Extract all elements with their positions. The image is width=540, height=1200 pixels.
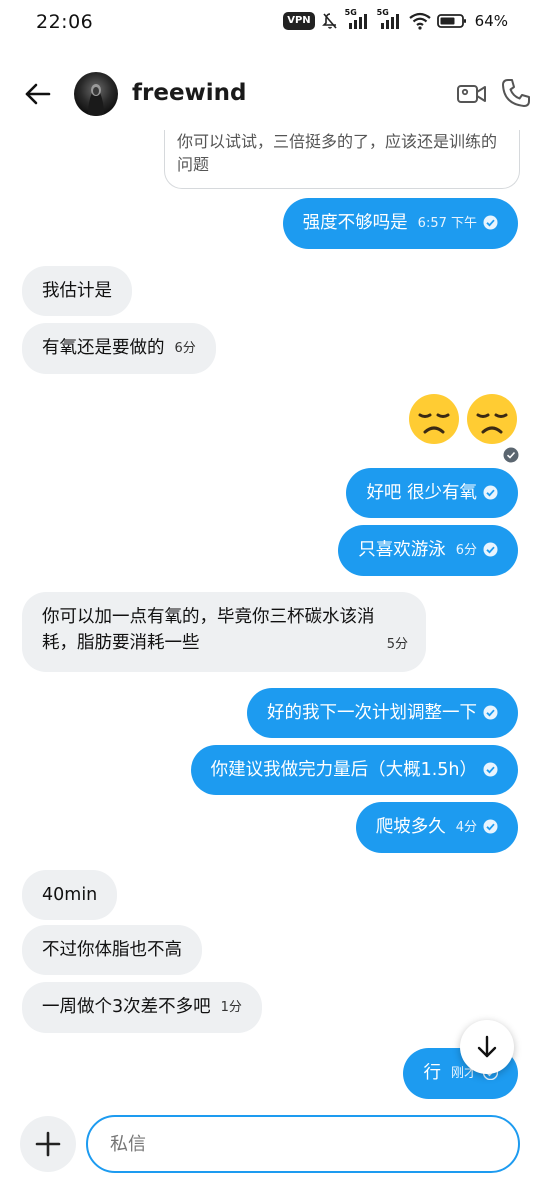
avatar[interactable] (74, 72, 118, 116)
chat-header: freewind (0, 60, 540, 130)
sent-check-icon (483, 215, 498, 230)
avatar-figure-icon (88, 84, 104, 116)
message-input[interactable] (86, 1115, 520, 1173)
vpn-badge: VPN (283, 12, 315, 30)
message-text: 不过你体脂也不高 (42, 940, 182, 960)
mute-icon (321, 13, 337, 29)
add-media-button[interactable] (20, 1116, 76, 1172)
message-text: 爬坡多久 (375, 817, 446, 837)
composer (0, 1110, 540, 1180)
message-time: 6分 (455, 543, 477, 558)
arrow-down-icon (477, 1035, 497, 1058)
sent-check-icon (483, 542, 498, 557)
disappointed-face-icon[interactable] (466, 393, 518, 445)
message-bubble-in[interactable]: 你可以加一点有氧的，毕竟你三杯碳水该消耗，脂肪要消耗一些 5分 (22, 592, 426, 672)
status-bar: 22:06 VPN 5G 5G 64% (0, 0, 540, 46)
message-bubble-out[interactable]: 好吧 很少有氧 (346, 468, 518, 518)
message-time: 6:57 下午 (417, 216, 477, 231)
sent-check-icon (483, 485, 498, 500)
disappointed-face-icon[interactable] (408, 393, 460, 445)
message-text: 你可以加一点有氧的，毕竟你三杯碳水该消耗，脂肪要消耗一些 (42, 607, 375, 653)
scroll-to-bottom-button[interactable] (460, 1020, 514, 1074)
message-text: 一周做个3次差不多吧 (42, 997, 211, 1017)
message-time: 6分 (174, 341, 196, 356)
message-bubble-in[interactable]: 有氧还是要做的 6分 (22, 323, 216, 374)
back-arrow-icon[interactable] (22, 78, 54, 110)
signal-5g-icon-2: 5G (377, 8, 403, 30)
battery-icon (436, 14, 466, 28)
status-icons: VPN 5G 5G 64% (283, 8, 508, 30)
signal-5g-icon-1: 5G (345, 8, 371, 30)
message-list[interactable]: 你可以试试，三倍挺多的了，应该还是训练的问题 强度不够吗是 6:57 下午 我估计… (0, 130, 540, 1105)
message-bubble-out[interactable]: 你建议我做完力量后（大概1.5h） (190, 745, 518, 795)
message-bubble-out[interactable]: 爬坡多久 4分 (355, 802, 518, 853)
contact-name[interactable]: freewind (132, 80, 247, 106)
status-time: 22:06 (36, 11, 94, 33)
message-text: 只喜欢游泳 (358, 540, 446, 560)
message-bubble-in[interactable]: 一周做个3次差不多吧 1分 (22, 982, 262, 1033)
quoted-message: 你可以试试，三倍挺多的了，应该还是训练的问题 (164, 130, 520, 189)
sent-check-icon (483, 705, 498, 720)
message-time: 1分 (220, 1000, 242, 1015)
video-call-icon[interactable] (456, 80, 488, 108)
message-text: 40min (42, 885, 98, 905)
read-receipt-icon (503, 447, 519, 463)
message-text: 强度不够吗是 (302, 213, 408, 233)
sent-check-icon (483, 762, 498, 777)
message-text: 我估计是 (42, 281, 112, 301)
message-text: 有氧还是要做的 (42, 338, 165, 358)
message-text: 好的我下一次计划调整一下 (267, 703, 477, 723)
message-text: 你建议我做完力量后（大概1.5h） (210, 760, 477, 780)
phone-call-icon[interactable] (500, 77, 532, 109)
message-bubble-out[interactable]: 好的我下一次计划调整一下 (247, 688, 518, 738)
message-bubble-out[interactable]: 只喜欢游泳 6分 (338, 525, 518, 576)
plus-icon (35, 1131, 61, 1157)
message-text: 好吧 很少有氧 (366, 483, 477, 503)
message-text: 行 (423, 1063, 441, 1083)
message-time: 4分 (455, 820, 477, 835)
message-bubble-in[interactable]: 我估计是 (22, 266, 132, 316)
battery-percent: 64% (474, 12, 508, 30)
wifi-icon (408, 12, 431, 30)
message-time: 5分 (386, 637, 408, 652)
message-bubble-in[interactable]: 不过你体脂也不高 (22, 925, 202, 975)
message-bubble-in[interactable]: 40min (22, 870, 118, 920)
sent-check-icon (483, 819, 498, 834)
message-bubble-out[interactable]: 强度不够吗是 6:57 下午 (282, 198, 518, 249)
